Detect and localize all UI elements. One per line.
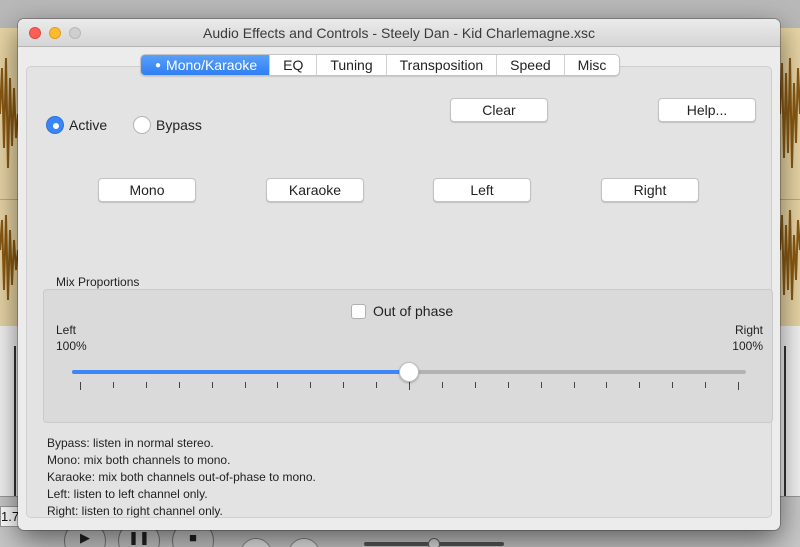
tab-transposition[interactable]: Transposition: [387, 55, 498, 75]
tab-label: Mono/Karaoke: [166, 57, 258, 73]
slider-tick: [573, 382, 575, 388]
selected-dot-icon: ●: [155, 59, 162, 71]
slider-tick: [145, 382, 147, 388]
slider-tick: [441, 382, 443, 388]
mix-left-label: Left: [56, 323, 77, 337]
slider-tick: [540, 382, 542, 388]
slider-tick: [244, 382, 246, 388]
help-text-block: Bypass: listen in normal stereo. Mono: m…: [47, 435, 316, 520]
bypass-radio-option[interactable]: Bypass: [133, 116, 202, 134]
clear-button[interactable]: Clear: [450, 98, 548, 122]
slider-tick: [376, 382, 378, 388]
play-icon: ▶: [80, 530, 90, 545]
mix-slider-ticks: [72, 382, 746, 392]
tab-mono-karaoke[interactable]: ● Mono/Karaoke: [141, 55, 271, 75]
tab-content-panel: Active Bypass Clear Help... Mono Karaoke…: [26, 66, 773, 520]
out-of-phase-label: Out of phase: [373, 303, 454, 319]
slider-tick: [606, 382, 608, 388]
help-line-bypass: Bypass: listen in normal stereo.: [47, 436, 214, 450]
left-button[interactable]: Left: [433, 178, 531, 202]
mix-slider-thumb[interactable]: [399, 362, 419, 382]
tab-label: Misc: [577, 57, 607, 73]
right-button[interactable]: Right: [601, 178, 699, 202]
help-line-left: Left: listen to left channel only.: [47, 487, 208, 501]
tab-misc[interactable]: Misc: [565, 55, 620, 75]
slider-tick: [277, 382, 279, 388]
mono-button[interactable]: Mono: [98, 178, 196, 202]
slider-tick: [474, 382, 476, 388]
mix-proportions-label: Mix Proportions: [56, 275, 140, 289]
slider-tick: [343, 382, 345, 388]
out-of-phase-option[interactable]: Out of phase: [351, 303, 453, 319]
help-line-mono: Mono: mix both channels to mono.: [47, 453, 231, 467]
bypass-radio[interactable]: [133, 116, 151, 134]
tab-label: EQ: [283, 57, 304, 73]
mix-right-label: Right: [734, 323, 763, 337]
slider-tick: [310, 382, 312, 388]
help-line-karaoke: Karaoke: mix both channels out-of-phase …: [47, 470, 316, 484]
slider-tick: [211, 382, 213, 388]
tab-tuning[interactable]: Tuning: [317, 55, 387, 75]
out-of-phase-checkbox[interactable]: [351, 303, 366, 319]
slider-tick: [738, 382, 739, 390]
mix-slider[interactable]: [72, 362, 746, 390]
slider-tick: [178, 382, 180, 388]
help-button[interactable]: Help...: [658, 98, 756, 122]
slider-tick: [705, 382, 707, 388]
mix-slider-fill: [72, 370, 409, 374]
tab-label: Tuning: [330, 57, 373, 73]
karaoke-button[interactable]: Karaoke: [266, 178, 364, 202]
tab-eq[interactable]: EQ: [270, 55, 318, 75]
help-line-right: Right: listen to right channel only.: [47, 504, 223, 518]
tab-bar: ● Mono/Karaoke EQ Tuning Transposition S…: [140, 54, 621, 76]
pause-icon: ❚❚: [128, 530, 150, 545]
mix-left-readout: Left 100%: [56, 322, 87, 354]
tab-label: Transposition: [399, 57, 484, 73]
stop-icon: ■: [189, 530, 197, 545]
mix-right-value: 100%: [732, 339, 763, 353]
active-radio-label: Active: [69, 117, 108, 133]
active-radio[interactable]: [46, 116, 64, 134]
slider-tick: [409, 382, 410, 390]
active-radio-option[interactable]: Active: [46, 116, 107, 134]
mix-right-readout: Right 100%: [732, 322, 763, 354]
slider-tick: [672, 382, 674, 388]
background-slider[interactable]: [364, 538, 504, 547]
bypass-radio-label: Bypass: [156, 117, 202, 133]
tab-speed[interactable]: Speed: [497, 55, 565, 75]
slider-tick: [507, 382, 509, 388]
title-bar[interactable]: Audio Effects and Controls - Steely Dan …: [18, 19, 780, 47]
slider-tick: [80, 382, 81, 390]
tab-label: Speed: [510, 57, 551, 73]
mix-proportions-box: Out of phase Left 100% Right 100%: [43, 289, 773, 423]
mix-left-value: 100%: [56, 339, 87, 353]
slider-tick: [639, 382, 641, 388]
audio-effects-dialog: Audio Effects and Controls - Steely Dan …: [18, 19, 780, 530]
window-title: Audio Effects and Controls - Steely Dan …: [203, 25, 595, 41]
slider-tick: [112, 382, 114, 388]
